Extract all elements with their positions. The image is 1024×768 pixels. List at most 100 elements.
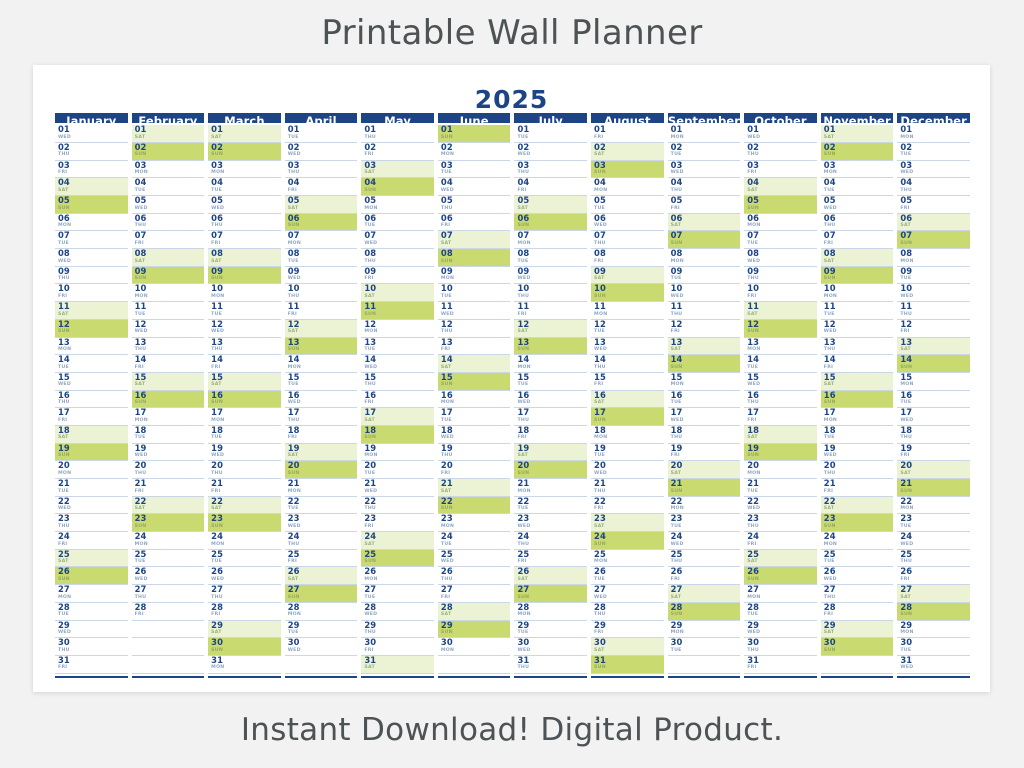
day-cell[interactable]: 10 MON <box>208 284 281 303</box>
day-cell[interactable]: 28 TUE <box>744 603 817 621</box>
day-cell[interactable]: 17 FRI <box>744 408 817 426</box>
day-cell[interactable]: 28 FRI <box>131 603 205 621</box>
month-header[interactable]: July <box>514 113 588 124</box>
day-cell[interactable]: 27 MON <box>55 585 128 603</box>
day-cell[interactable]: 10 SAT <box>361 284 434 303</box>
day-cell[interactable]: 22 WED <box>744 497 817 515</box>
day-cell[interactable]: 28 TUE <box>55 603 128 621</box>
day-cell[interactable]: 16 WED <box>284 391 358 409</box>
day-cell[interactable]: 30 MON <box>437 638 511 656</box>
day-cell[interactable]: 04 THU <box>667 178 741 197</box>
day-cell[interactable]: 17 MON <box>131 408 205 426</box>
day-cell[interactable]: 17 TUE <box>437 408 511 426</box>
month-header[interactable]: August <box>591 113 664 124</box>
day-cell[interactable]: 06 SAT <box>897 213 970 232</box>
day-cell[interactable]: 09 THU <box>55 267 128 285</box>
day-cell[interactable]: 31 THU <box>514 656 588 674</box>
day-cell[interactable]: 06 TUE <box>361 214 434 232</box>
day-cell[interactable]: 09 TUE <box>897 267 970 285</box>
day-cell[interactable]: 29 WED <box>55 621 128 639</box>
day-cell[interactable]: 19 SAT <box>284 443 358 462</box>
day-cell[interactable]: 24 MON <box>820 532 894 550</box>
day-cell[interactable]: 05 FRI <box>667 196 741 214</box>
day-cell[interactable]: 28 FRI <box>208 603 281 621</box>
day-cell[interactable]: 10 TUE <box>437 284 511 303</box>
day-cell[interactable]: 27 MON <box>744 585 817 603</box>
day-cell[interactable]: 12 SAT <box>514 319 588 338</box>
day-cell[interactable]: 17 FRI <box>55 408 128 426</box>
day-cell[interactable]: 05 MON <box>361 196 434 214</box>
day-cell[interactable]: 19 SAT <box>514 443 588 462</box>
day-cell[interactable]: 08 TUE <box>514 249 588 267</box>
day-cell[interactable]: 28 THU <box>591 603 664 621</box>
day-cell[interactable]: 09 SUN <box>820 266 894 285</box>
day-cell[interactable]: 21 MON <box>514 479 588 497</box>
day-cell[interactable]: 16 THU <box>744 391 817 409</box>
day-cell[interactable]: 01 FRI <box>591 125 664 143</box>
day-cell[interactable]: 04 TUE <box>131 178 205 197</box>
day-cell[interactable]: 16 FRI <box>361 391 434 409</box>
day-cell[interactable]: 13 SAT <box>667 337 741 356</box>
day-cell[interactable]: 01 SUN <box>437 125 511 143</box>
day-cell[interactable]: 02 WED <box>514 143 588 161</box>
day-cell[interactable]: 20 SAT <box>667 461 741 480</box>
day-cell[interactable]: 07 FRI <box>820 231 894 250</box>
day-cell[interactable]: 01 THU <box>361 125 434 143</box>
day-cell[interactable]: 09 TUE <box>667 267 741 285</box>
day-cell[interactable]: 14 FRI <box>820 355 894 373</box>
day-cell[interactable]: 27 SAT <box>897 585 970 603</box>
day-cell[interactable]: 30 SUN <box>820 638 894 656</box>
day-cell[interactable]: 20 TUE <box>361 461 434 480</box>
day-cell[interactable]: 19 TUE <box>591 444 664 462</box>
day-cell[interactable]: 02 TUE <box>667 143 741 161</box>
day-cell[interactable]: 10 WED <box>897 284 970 303</box>
day-cell[interactable]: 24 THU <box>514 532 588 550</box>
day-cell[interactable]: 16 SUN <box>131 390 205 409</box>
day-cell[interactable]: 28 FRI <box>820 603 894 621</box>
day-cell[interactable]: 12 TUE <box>591 320 664 338</box>
day-cell[interactable]: 18 SUN <box>361 425 434 444</box>
day-cell[interactable]: 25 TUE <box>208 550 281 568</box>
day-cell[interactable]: 05 SUN <box>55 196 128 214</box>
day-cell[interactable]: 08 MON <box>667 249 741 267</box>
day-cell[interactable]: 11 SUN <box>361 302 434 320</box>
day-cell[interactable]: 01 SAT <box>208 125 281 143</box>
day-cell[interactable]: 29 SAT <box>208 620 281 639</box>
day-cell[interactable]: 17 SUN <box>591 408 664 426</box>
day-cell[interactable]: 02 THU <box>744 143 817 161</box>
day-cell[interactable]: 16 SUN <box>820 390 894 409</box>
day-cell[interactable]: 28 WED <box>361 603 434 621</box>
day-cell[interactable]: 18 SAT <box>744 425 817 444</box>
day-cell[interactable]: 25 TUE <box>820 550 894 568</box>
month-header[interactable]: October <box>744 113 817 124</box>
day-cell[interactable]: 07 SAT <box>437 231 511 250</box>
day-cell[interactable]: 12 SUN <box>55 319 128 338</box>
day-cell[interactable]: 12 SAT <box>284 319 358 338</box>
day-cell[interactable]: 06 FRI <box>437 214 511 232</box>
day-cell[interactable]: 15 SUN <box>437 372 511 391</box>
day-cell[interactable]: 14 MON <box>284 355 358 373</box>
month-header[interactable]: April <box>284 113 358 124</box>
day-cell[interactable]: 19 THU <box>437 444 511 462</box>
day-cell[interactable]: 22 FRI <box>591 497 664 515</box>
day-cell[interactable]: 18 FRI <box>514 426 588 444</box>
day-cell[interactable]: 11 SAT <box>55 302 128 320</box>
day-cell[interactable]: 07 MON <box>514 231 588 250</box>
day-cell[interactable]: 20 WED <box>591 461 664 480</box>
day-cell[interactable]: 01 SAT <box>820 125 894 143</box>
day-cell[interactable]: 18 THU <box>897 426 970 444</box>
day-cell[interactable]: 23 THU <box>744 514 817 533</box>
day-cell[interactable]: 07 TUE <box>55 231 128 250</box>
day-cell[interactable]: 04 SAT <box>744 178 817 197</box>
day-cell[interactable]: 19 SUN <box>55 443 128 462</box>
day-cell[interactable]: 02 FRI <box>361 143 434 161</box>
day-cell[interactable]: 10 SUN <box>591 284 664 303</box>
day-cell[interactable]: 22 SUN <box>437 496 511 515</box>
day-cell[interactable]: 14 SAT <box>437 355 511 373</box>
day-cell[interactable]: 19 WED <box>131 444 205 462</box>
day-cell[interactable]: 02 TUE <box>897 143 970 161</box>
month-header[interactable]: March <box>208 113 281 124</box>
day-cell[interactable]: 21 TUE <box>744 479 817 497</box>
day-cell[interactable]: 23 SUN <box>820 514 894 533</box>
day-cell[interactable]: 22 TUE <box>284 497 358 515</box>
